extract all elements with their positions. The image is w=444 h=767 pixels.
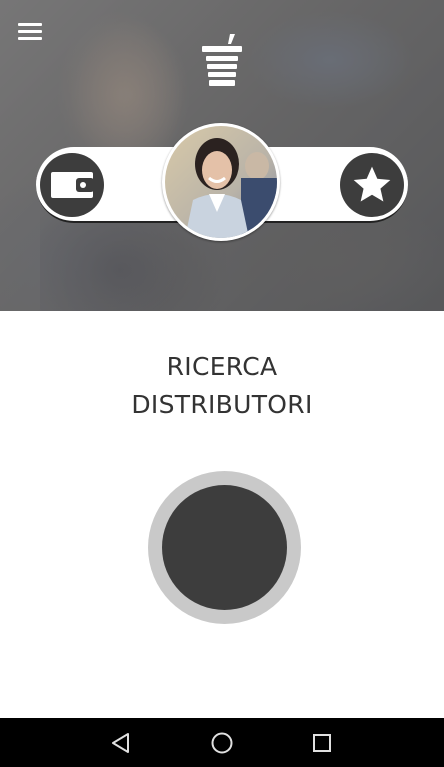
cup-straw-logo-icon — [202, 34, 242, 86]
nav-recents-button[interactable] — [302, 728, 342, 758]
wallet-icon — [51, 172, 94, 198]
title-line-2: DISTRIBUTORI — [131, 390, 313, 419]
back-triangle-icon — [112, 733, 129, 753]
star-icon — [353, 166, 391, 202]
title-line-1: RICERCA — [166, 352, 278, 381]
user-avatar-photo — [165, 126, 277, 238]
home-circle-icon — [211, 732, 233, 754]
wallet-button[interactable] — [40, 153, 104, 217]
favorites-button[interactable] — [340, 153, 404, 217]
profile-avatar[interactable] — [162, 123, 280, 241]
hamburger-menu-icon[interactable] — [12, 18, 48, 46]
recents-square-icon — [313, 734, 331, 752]
search-button-core — [162, 485, 287, 610]
android-navbar — [0, 718, 444, 767]
search-distributors-button[interactable] — [148, 471, 301, 624]
nav-back-button[interactable] — [101, 728, 141, 758]
nav-home-button[interactable] — [202, 728, 242, 758]
page-title: RICERCA DISTRIBUTORI — [0, 348, 444, 424]
